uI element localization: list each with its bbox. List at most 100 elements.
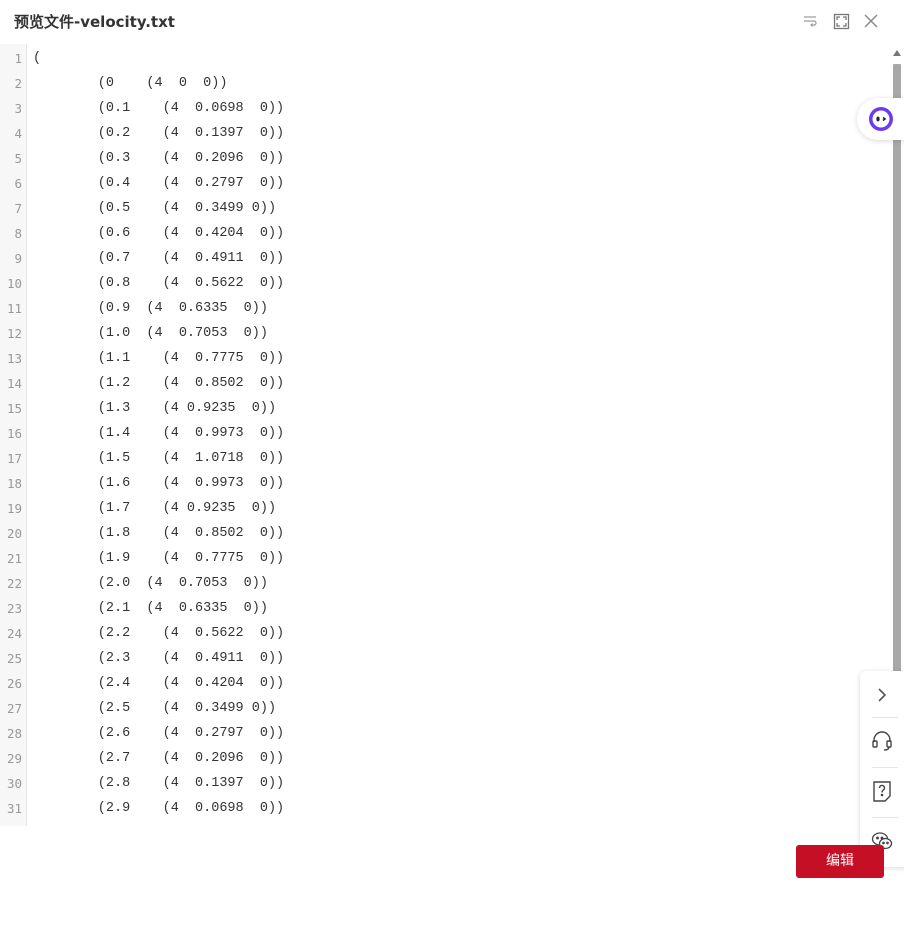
line-text: (0 (4 0 0)) (33, 76, 228, 91)
chevron-right-icon (878, 688, 887, 702)
line-text: (1.7 (4 0.9235 0)) (33, 501, 277, 516)
line-number: 21 (6, 551, 22, 566)
line-number: 23 (6, 601, 22, 616)
code-line: 27 (2.5 (4 0.3499 0)) (0, 696, 880, 721)
code-line: 22 (2.0 (4 0.7053 0)) (0, 571, 880, 596)
line-number: 10 (6, 276, 22, 291)
fullscreen-icon[interactable] (831, 11, 851, 31)
line-number: 19 (6, 501, 22, 516)
line-text: (1.5 (4 1.0718 0)) (33, 451, 285, 466)
line-number: 26 (6, 676, 22, 691)
code-line: 10 (0.8 (4 0.5622 0)) (0, 271, 880, 296)
code-line: 17 (1.5 (4 1.0718 0)) (0, 446, 880, 471)
code-line: 6 (0.4 (4 0.2797 0)) (0, 171, 880, 196)
line-text: (0.3 (4 0.2096 0)) (33, 151, 285, 166)
line-number: 3 (14, 101, 22, 116)
line-text: (0.1 (4 0.0698 0)) (33, 101, 285, 116)
line-number: 20 (6, 526, 22, 541)
line-number: 24 (6, 626, 22, 641)
code-line: 25 (2.3 (4 0.4911 0)) (0, 646, 880, 671)
line-number: 16 (6, 426, 22, 441)
line-number: 1 (14, 51, 22, 66)
code-line: 21 (1.9 (4 0.7775 0)) (0, 546, 880, 571)
line-text: (0.5 (4 0.3499 0)) (33, 201, 277, 216)
line-text: (2.9 (4 0.0698 0)) (33, 801, 285, 816)
code-line: 8 (0.6 (4 0.4204 0)) (0, 221, 880, 246)
line-number: 25 (6, 651, 22, 666)
line-number: 2 (14, 76, 22, 91)
code-line: 7 (0.5 (4 0.3499 0)) (0, 196, 880, 221)
scroll-up-arrow-icon[interactable] (893, 49, 901, 57)
help-button[interactable] (860, 767, 904, 815)
line-number: 4 (14, 126, 22, 141)
line-text: (2.4 (4 0.4204 0)) (33, 676, 285, 691)
code-line: 11 (0.9 (4 0.6335 0)) (0, 296, 880, 321)
line-text: (0.2 (4 0.1397 0)) (33, 126, 285, 141)
line-number: 14 (6, 376, 22, 391)
line-text: (0.8 (4 0.5622 0)) (33, 276, 285, 291)
line-number: 31 (6, 801, 22, 816)
line-number: 17 (6, 451, 22, 466)
line-number: 5 (14, 151, 22, 166)
close-icon[interactable] (861, 11, 881, 31)
dialog-title: 预览文件-velocity.txt (14, 13, 175, 31)
code-line: 23 (2.1 (4 0.6335 0)) (0, 596, 880, 621)
line-text: (0.7 (4 0.4911 0)) (33, 251, 285, 266)
code-line: 29 (2.7 (4 0.2096 0)) (0, 746, 880, 771)
line-text: (0.6 (4 0.4204 0)) (33, 226, 285, 241)
line-text: (1.9 (4 0.7775 0)) (33, 551, 285, 566)
line-number: 18 (6, 476, 22, 491)
code-line: 9 (0.7 (4 0.4911 0)) (0, 246, 880, 271)
code-line: 3 (0.1 (4 0.0698 0)) (0, 96, 880, 121)
collapse-panel-button[interactable] (860, 671, 904, 719)
line-text: (1.0 (4 0.7053 0)) (33, 326, 268, 341)
file-preview-editor[interactable]: 1(2 (0 (4 0 0)) 3 (0.1 (4 0.0698 0)) 4 (0.… (0, 44, 890, 826)
line-text: (2.6 (4 0.2797 0)) (33, 726, 285, 741)
line-text: (2.8 (4 0.1397 0)) (33, 776, 285, 791)
code-line: 1( (0, 46, 880, 71)
line-number: 15 (6, 401, 22, 416)
line-text: (1.2 (4 0.8502 0)) (33, 376, 285, 391)
line-number: 9 (14, 251, 22, 266)
assistant-face-icon (868, 106, 894, 132)
line-text: (1.3 (4 0.9235 0)) (33, 401, 277, 416)
line-text: (1.4 (4 0.9973 0)) (33, 426, 285, 441)
line-text: (2.0 (4 0.7053 0)) (33, 576, 268, 591)
code-line: 14 (1.2 (4 0.8502 0)) (0, 371, 880, 396)
code-line: 26 (2.4 (4 0.4204 0)) (0, 671, 880, 696)
code-line: 12 (1.0 (4 0.7053 0)) (0, 321, 880, 346)
code-line: 30 (2.8 (4 0.1397 0)) (0, 771, 880, 796)
code-line: 15 (1.3 (4 0.9235 0)) (0, 396, 880, 421)
line-text: (1.6 (4 0.9973 0)) (33, 476, 285, 491)
code-line: 28 (2.6 (4 0.2797 0)) (0, 721, 880, 746)
line-text: (2.2 (4 0.5622 0)) (33, 626, 285, 641)
line-text: (2.7 (4 0.2096 0)) (33, 751, 285, 766)
line-number: 27 (6, 701, 22, 716)
edit-button[interactable]: 编辑 (796, 845, 884, 878)
code-line: 4 (0.2 (4 0.1397 0)) (0, 121, 880, 146)
line-text: (0.9 (4 0.6335 0)) (33, 301, 268, 316)
line-text: (1.8 (4 0.8502 0)) (33, 526, 285, 541)
code-line: 24 (2.2 (4 0.5622 0)) (0, 621, 880, 646)
wrap-icon[interactable] (800, 11, 820, 31)
line-number: 12 (6, 326, 22, 341)
customer-service-button[interactable] (860, 717, 904, 765)
line-text: ( (33, 51, 42, 66)
scrollbar-thumb[interactable] (893, 64, 901, 672)
code-line: 13 (1.1 (4 0.7775 0)) (0, 346, 880, 371)
line-text: (2.3 (4 0.4911 0)) (33, 651, 285, 666)
line-text: (2.5 (4 0.3499 0)) (33, 701, 277, 716)
line-number: 29 (6, 751, 22, 766)
side-toolbar (860, 671, 904, 867)
line-number: 11 (6, 301, 22, 316)
code-line: 31 (2.9 (4 0.0698 0)) (0, 796, 880, 821)
code-line: 16 (1.4 (4 0.9973 0)) (0, 421, 880, 446)
assistant-button[interactable] (857, 98, 904, 140)
line-number: 6 (14, 176, 22, 191)
help-doc-icon (873, 781, 891, 802)
code-line: 20 (1.8 (4 0.8502 0)) (0, 521, 880, 546)
code-line: 18 (1.6 (4 0.9973 0)) (0, 471, 880, 496)
line-text: (2.1 (4 0.6335 0)) (33, 601, 268, 616)
line-number: 13 (6, 351, 22, 366)
code-line: 2 (0 (4 0 0)) (0, 71, 880, 96)
